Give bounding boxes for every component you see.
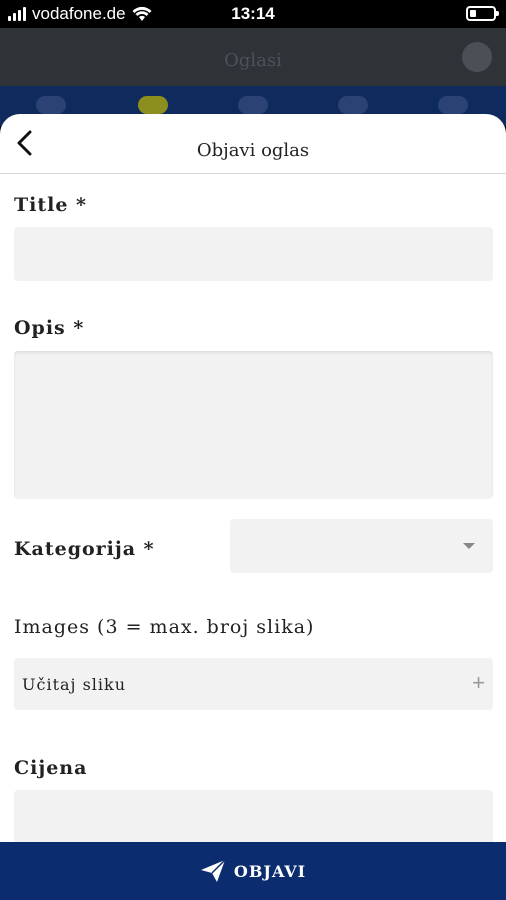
title-input[interactable]: [14, 227, 493, 281]
app-bar: Oglasi: [0, 28, 506, 86]
nav-home-icon: [36, 96, 66, 114]
price-label: Cijena: [14, 757, 88, 779]
images-label: Images (3 = max. broj slika): [14, 616, 315, 638]
nav-upload-icon: [438, 96, 468, 114]
description-input[interactable]: [14, 351, 493, 499]
sheet-header: Objavi oglas: [0, 114, 506, 174]
chevron-down-icon: [463, 543, 475, 549]
profile-icon: [462, 42, 492, 72]
nav-grid-icon: [138, 96, 168, 114]
app-bar-title: Oglasi: [224, 50, 282, 71]
upload-image-button[interactable]: Učitaj sliku +: [14, 658, 493, 710]
plus-icon: +: [472, 670, 485, 695]
submit-label: OBJAVI: [233, 861, 307, 881]
status-time: 13:14: [231, 4, 275, 23]
paper-plane-icon: [200, 859, 226, 882]
title-label: Title *: [14, 194, 87, 216]
description-label: Opis *: [14, 317, 85, 339]
status-bar: vodafone.de 13:14: [0, 0, 506, 28]
submit-button[interactable]: OBJAVI: [0, 842, 506, 900]
price-input[interactable]: [14, 790, 493, 844]
category-label: Kategorija *: [14, 538, 155, 560]
nav-mail-icon: [238, 96, 268, 114]
sheet-title: Objavi oglas: [196, 140, 310, 161]
category-select[interactable]: [230, 519, 493, 573]
upload-label: Učitaj sliku: [22, 675, 127, 694]
post-ad-sheet: Objavi oglas Title * Opis * Kategorija *…: [0, 114, 506, 900]
nav-person-icon: [338, 96, 368, 114]
battery-icon: [466, 6, 499, 21]
